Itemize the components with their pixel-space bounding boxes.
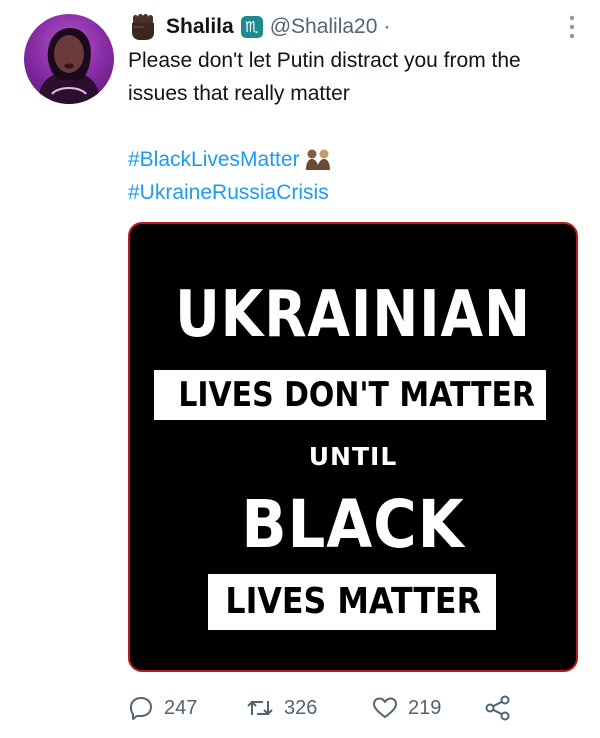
- media-text-black: BLACK: [241, 486, 465, 563]
- raised-fist-icon: [132, 14, 154, 40]
- share-icon: [485, 695, 510, 721]
- retweet-icon: [247, 700, 273, 716]
- like-button[interactable]: 219: [372, 695, 484, 721]
- scorpio-icon: ♏: [240, 16, 263, 38]
- media-text-lives-matter: LIVES MATTER: [225, 581, 481, 622]
- share-button[interactable]: [484, 695, 522, 721]
- media-text-until: UNTIL: [308, 442, 398, 471]
- heart-icon: [373, 697, 397, 718]
- avatar-image: [38, 28, 100, 104]
- tweet-header: Shalila ♏ @Shalila20 ·: [128, 12, 390, 42]
- media-text-box-lives-dont-matter: LIVES DON'T MATTER: [154, 370, 546, 420]
- holding-hands-icon: [305, 149, 330, 170]
- media-text-lives-dont-matter: LIVES DON'T MATTER: [178, 375, 535, 415]
- header-separator: ·: [383, 15, 391, 38]
- author-handle[interactable]: @Shalila20: [270, 15, 378, 39]
- retweet-count: 326: [284, 696, 318, 719]
- hashtag-link[interactable]: #BlackLivesMatter: [128, 143, 300, 176]
- tweet-actions: 247 326 219: [128, 690, 522, 726]
- tweet-text: Please don't let Putin distract you from…: [128, 49, 521, 105]
- media-text-box-lives-matter: LIVES MATTER: [208, 574, 496, 630]
- author-display-name[interactable]: Shalila: [166, 15, 234, 39]
- more-vertical-icon[interactable]: [566, 14, 578, 40]
- reply-count: 247: [164, 696, 198, 719]
- retweet-button[interactable]: 326: [246, 695, 372, 721]
- hashtag-list: #BlackLivesMatter #UkraineRussiaCrisis: [128, 143, 332, 209]
- hashtag-link[interactable]: #UkraineRussiaCrisis: [128, 176, 332, 209]
- like-count: 219: [408, 696, 442, 719]
- media-text-ukrainian: UKRAINIAN: [175, 278, 531, 352]
- tweet-media-image[interactable]: UKRAINIAN LIVES DON'T MATTER UNTIL BLACK…: [128, 222, 578, 672]
- reply-icon: [130, 697, 152, 720]
- reply-button[interactable]: 247: [128, 695, 246, 721]
- avatar[interactable]: [24, 14, 114, 104]
